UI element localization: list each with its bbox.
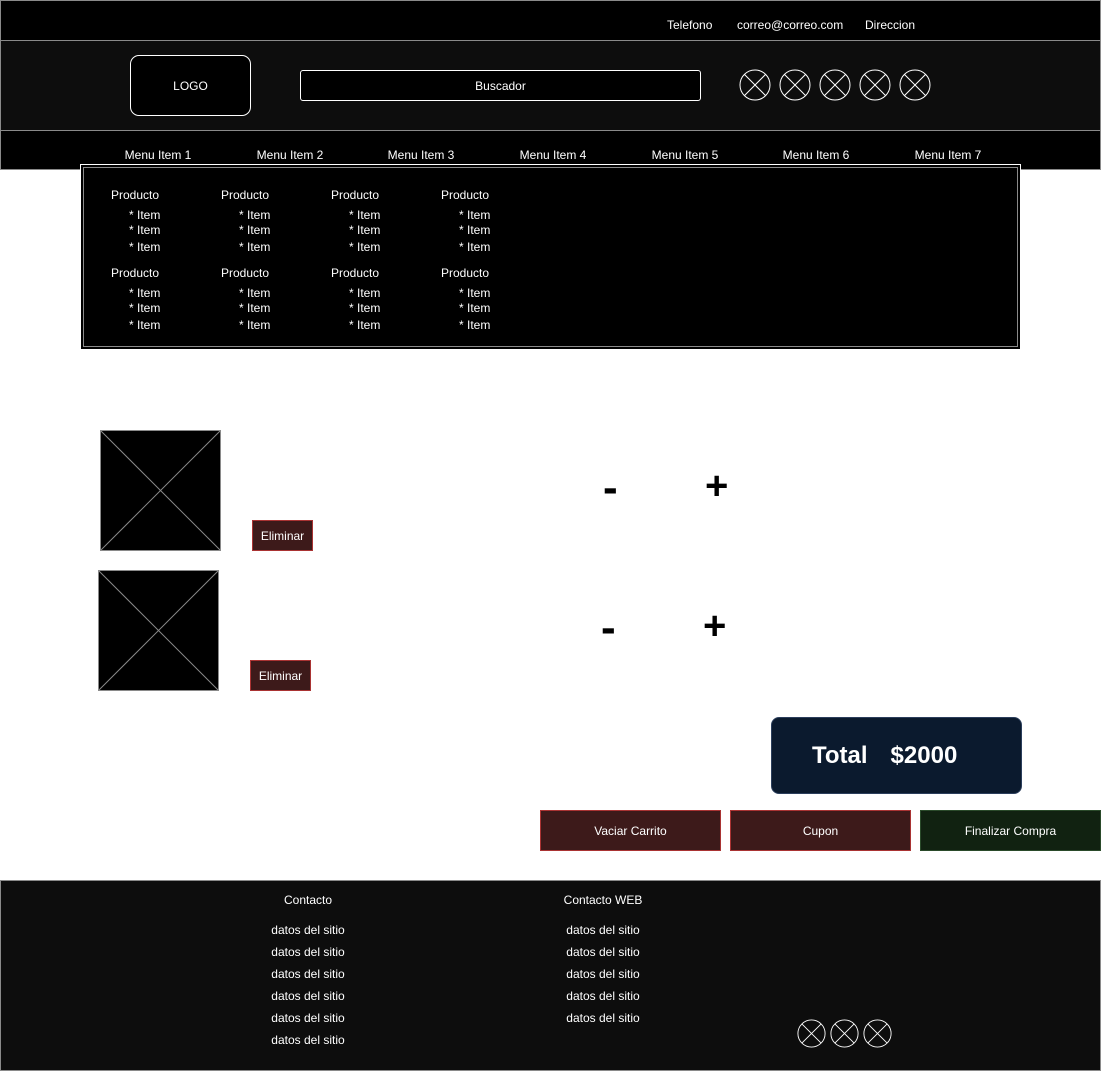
product-heading[interactable]: Producto: [111, 266, 159, 280]
increase-quantity-button[interactable]: +: [703, 606, 726, 646]
footer-link[interactable]: datos del sitio: [271, 989, 344, 1003]
product-subitem[interactable]: * Item: [129, 223, 160, 237]
product-subitem[interactable]: * Item: [349, 240, 380, 254]
footer-link[interactable]: datos del sitio: [271, 923, 344, 937]
product-heading[interactable]: Producto: [331, 188, 379, 202]
product-subitem[interactable]: * Item: [239, 240, 270, 254]
product-subitem[interactable]: * Item: [239, 301, 270, 315]
footer-link[interactable]: datos del sitio: [271, 967, 344, 981]
social-placeholder-icon[interactable]: [899, 69, 931, 101]
social-placeholder-icon[interactable]: [739, 69, 771, 101]
menu-item-2[interactable]: Menu Item 2: [257, 148, 324, 162]
menu-item-7[interactable]: Menu Item 7: [915, 148, 982, 162]
product-subitem[interactable]: * Item: [459, 301, 490, 315]
product-image-placeholder: [98, 570, 219, 691]
social-placeholder-icon[interactable]: [779, 69, 811, 101]
product-heading[interactable]: Producto: [441, 266, 489, 280]
product-subitem[interactable]: * Item: [239, 318, 270, 332]
remove-item-button[interactable]: Eliminar: [250, 660, 311, 691]
social-placeholder-icon[interactable]: [819, 69, 851, 101]
product-subitem[interactable]: * Item: [129, 240, 160, 254]
menu-item-5[interactable]: Menu Item 5: [652, 148, 719, 162]
product-heading[interactable]: Producto: [111, 188, 159, 202]
product-subitem[interactable]: * Item: [239, 223, 270, 237]
empty-cart-button[interactable]: Vaciar Carrito: [540, 810, 721, 851]
coupon-button[interactable]: Cupon: [730, 810, 911, 851]
email-text: correo@correo.com: [737, 18, 844, 32]
product-subitem[interactable]: * Item: [349, 286, 380, 300]
product-image-placeholder: [100, 430, 221, 551]
product-subitem[interactable]: * Item: [129, 318, 160, 332]
phone-text: Telefono: [667, 18, 713, 32]
footer-social-placeholder-icon[interactable]: [830, 1019, 859, 1048]
social-placeholder-icon[interactable]: [859, 69, 891, 101]
product-subitem[interactable]: * Item: [349, 301, 380, 315]
footer-link[interactable]: datos del sitio: [566, 945, 639, 959]
decrease-quantity-button[interactable]: -: [601, 606, 616, 650]
search-input[interactable]: [300, 70, 701, 101]
product-heading[interactable]: Producto: [331, 266, 379, 280]
menu-item-3[interactable]: Menu Item 3: [388, 148, 455, 162]
address-text: Direccion: [865, 18, 916, 32]
total-value: $2000: [890, 741, 958, 769]
product-heading[interactable]: Producto: [441, 188, 489, 202]
site-footer: [0, 880, 1101, 1071]
product-subitem[interactable]: * Item: [459, 286, 490, 300]
product-subitem[interactable]: * Item: [459, 208, 490, 222]
product-subitem[interactable]: * Item: [459, 240, 490, 254]
increase-quantity-button[interactable]: +: [705, 466, 728, 506]
product-heading[interactable]: Producto: [221, 188, 269, 202]
product-subitem[interactable]: * Item: [239, 286, 270, 300]
product-subitem[interactable]: * Item: [129, 208, 160, 222]
footer-link[interactable]: datos del sitio: [566, 923, 639, 937]
product-subitem[interactable]: * Item: [349, 208, 380, 222]
cart-total-box: Total $2000: [771, 717, 1022, 794]
product-subitem[interactable]: * Item: [459, 223, 490, 237]
product-heading[interactable]: Producto: [221, 266, 269, 280]
footer-link[interactable]: datos del sitio: [271, 1011, 344, 1025]
footer-contact-title: Contacto: [283, 893, 333, 907]
checkout-button[interactable]: Finalizar Compra: [920, 810, 1101, 851]
remove-item-button[interactable]: Eliminar: [252, 520, 313, 551]
product-subitem[interactable]: * Item: [349, 223, 380, 237]
total-label: Total: [812, 741, 868, 769]
menu-item-4[interactable]: Menu Item 4: [520, 148, 587, 162]
top-contact-bar: Telefono correo@correo.com Direccion: [0, 0, 1101, 41]
menu-item-1[interactable]: Menu Item 1: [125, 148, 192, 162]
footer-link[interactable]: datos del sitio: [566, 1011, 639, 1025]
footer-link[interactable]: datos del sitio: [566, 989, 639, 1003]
logo-text: LOGO: [173, 78, 208, 93]
menu-item-6[interactable]: Menu Item 6: [783, 148, 850, 162]
decrease-quantity-button[interactable]: -: [603, 466, 618, 510]
footer-social-placeholder-icon[interactable]: [797, 1019, 826, 1048]
site-logo[interactable]: LOGO: [130, 55, 251, 116]
product-subitem[interactable]: * Item: [129, 301, 160, 315]
product-subitem[interactable]: * Item: [459, 318, 490, 332]
product-subitem[interactable]: * Item: [239, 208, 270, 222]
product-subitem[interactable]: * Item: [129, 286, 160, 300]
footer-web-title: Contacto WEB: [563, 893, 643, 907]
footer-link[interactable]: datos del sitio: [566, 967, 639, 981]
footer-social-placeholder-icon[interactable]: [863, 1019, 892, 1048]
footer-link[interactable]: datos del sitio: [271, 945, 344, 959]
product-subitem[interactable]: * Item: [349, 318, 380, 332]
footer-link[interactable]: datos del sitio: [271, 1033, 344, 1047]
